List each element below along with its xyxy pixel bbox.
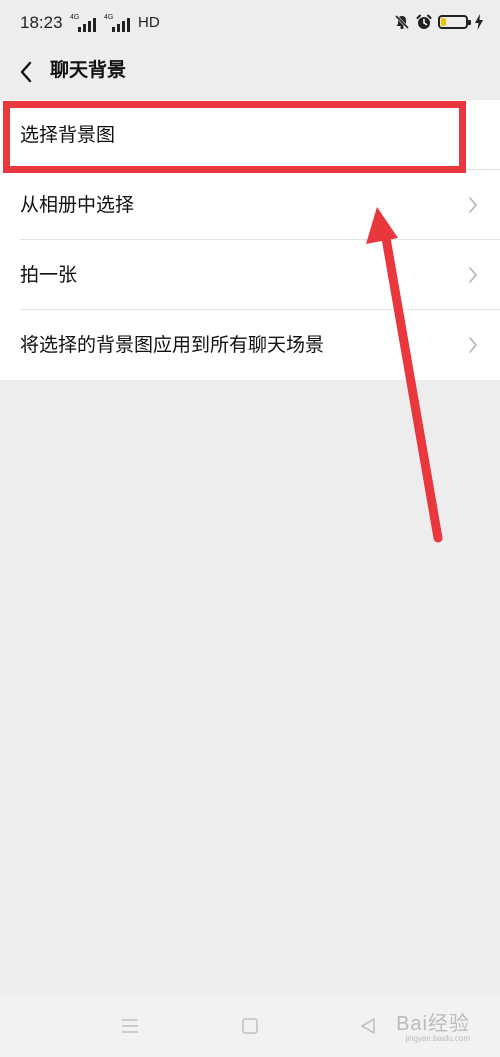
- list-item-label: 将选择的背景图应用到所有聊天场景: [20, 334, 325, 356]
- system-menu-button[interactable]: [117, 1013, 143, 1039]
- battery-level: [441, 18, 446, 26]
- list-item-from-album[interactable]: 从相册中选择: [0, 170, 500, 240]
- hd-label: HD: [138, 14, 160, 31]
- alarm-icon: [416, 14, 432, 29]
- chevron-right-icon: [469, 197, 477, 213]
- battery-icon: [438, 15, 471, 29]
- list-item-label: 选择背景图: [20, 124, 116, 146]
- charging-icon: [475, 14, 483, 30]
- watermark: Bai经验 jingyan.baidu.com: [396, 1007, 470, 1043]
- sim1-signal-icon: 4G: [70, 14, 98, 32]
- back-icon: [361, 1018, 375, 1034]
- system-nav-bar: Bai经验 jingyan.baidu.com: [0, 995, 500, 1057]
- list-item-select-background: 选择背景图: [0, 100, 500, 170]
- signal-group: 4G 4G HD: [70, 14, 160, 32]
- page-title: 聊天背景: [50, 59, 127, 81]
- chevron-right-icon: [469, 337, 477, 353]
- nav-bar: 聊天背景: [0, 46, 500, 98]
- list-item-apply-to-all-chats[interactable]: 将选择的背景图应用到所有聊天场景: [0, 310, 500, 380]
- chevron-left-icon: [20, 61, 32, 83]
- list-item-take-photo[interactable]: 拍一张: [0, 240, 500, 310]
- system-home-button[interactable]: [237, 1013, 263, 1039]
- watermark-subtext: jingyan.baidu.com: [405, 1034, 470, 1043]
- status-right: [394, 14, 484, 30]
- status-time: 18:23: [20, 13, 63, 32]
- list-item-label: 从相册中选择: [20, 194, 135, 216]
- menu-icon: [122, 1019, 138, 1033]
- chevron-right-icon: [469, 267, 477, 283]
- status-bar: 18:23 4G 4G HD: [0, 0, 500, 46]
- settings-list: 选择背景图 从相册中选择 拍一张 将选择的背景图应用到所有聊天场景: [0, 100, 500, 380]
- sim2-signal-icon: 4G: [104, 14, 132, 32]
- mute-icon: [394, 14, 410, 30]
- system-back-button[interactable]: [355, 1013, 381, 1039]
- home-icon: [242, 1018, 258, 1034]
- back-button[interactable]: [10, 54, 42, 90]
- watermark-text: Bai经验: [396, 1013, 470, 1035]
- list-item-label: 拍一张: [20, 264, 78, 286]
